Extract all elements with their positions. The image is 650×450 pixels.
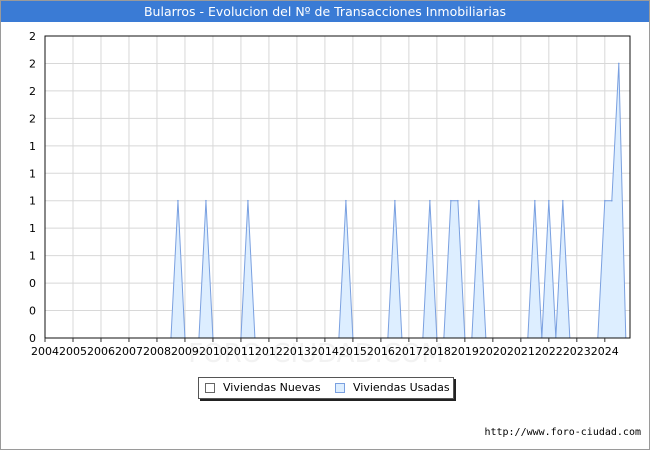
- y-tick-label: 1: [29, 167, 36, 180]
- legend-label-usadas: Viviendas Usadas: [353, 381, 450, 394]
- x-tick-label: 2019: [451, 345, 479, 358]
- data-point: [450, 199, 452, 202]
- x-tick-label: 2024: [591, 345, 619, 358]
- legend-swatch-nuevas: [205, 383, 215, 393]
- y-tick-label: 1: [29, 195, 36, 208]
- x-tick-label: 2022: [535, 345, 563, 358]
- y-tick-label: 2: [29, 85, 36, 98]
- data-point: [611, 199, 613, 202]
- legend-label-nuevas: Viviendas Nuevas: [223, 381, 321, 394]
- x-tick-label: 2006: [87, 345, 115, 358]
- data-point: [478, 199, 480, 202]
- y-axis-ticks: 0 0 0 1 1 1 1 1 2 2 2 2: [29, 30, 36, 345]
- grid: [45, 36, 630, 338]
- data-point: [247, 199, 249, 202]
- legend: Viviendas Nuevas Viviendas Usadas: [198, 377, 454, 399]
- data-point: [548, 199, 550, 202]
- legend-item-usadas: Viviendas Usadas: [335, 378, 450, 398]
- plot-border: [44, 35, 631, 339]
- data-point: [618, 62, 620, 65]
- data-point: [457, 199, 459, 202]
- x-tick-label: 2023: [563, 345, 591, 358]
- x-tick-label: 2004: [31, 345, 59, 358]
- x-tick-label: 2021: [507, 345, 535, 358]
- data-point: [429, 199, 431, 202]
- footer-url: http://www.foro-ciudad.com: [484, 427, 641, 438]
- y-tick-label: 1: [29, 222, 36, 235]
- y-tick-label: 2: [29, 57, 36, 70]
- x-tick-label: 2011: [227, 345, 255, 358]
- x-tick-label: 2008: [143, 345, 171, 358]
- x-axis-ticks: 2004 2005 2006 2007 2008 2009 2010 2011 2012 2013…: [31, 338, 619, 358]
- x-tick-label: 2009: [171, 345, 199, 358]
- x-tick-label: 2020: [479, 345, 507, 358]
- y-tick-label: 0: [29, 305, 36, 318]
- x-tick-label: 2012: [255, 345, 283, 358]
- data-point: [345, 199, 347, 202]
- legend-swatch-usadas: [335, 383, 345, 393]
- x-tick-label: 2005: [59, 345, 87, 358]
- data-point: [394, 199, 396, 202]
- x-tick-label: 2013: [283, 345, 311, 358]
- y-tick-label: 0: [29, 277, 36, 290]
- y-tick-label: 1: [29, 140, 36, 153]
- x-tick-label: 2007: [115, 345, 143, 358]
- data-point: [562, 199, 564, 202]
- x-tick-label: 2016: [367, 345, 395, 358]
- y-tick-label: 2: [29, 30, 36, 43]
- data-point: [534, 199, 536, 202]
- x-tick-label: 2010: [199, 345, 227, 358]
- y-tick-label: 1: [29, 250, 36, 263]
- data-point: [604, 199, 606, 202]
- data-point: [205, 199, 207, 202]
- legend-item-nuevas: Viviendas Nuevas: [205, 378, 321, 398]
- y-tick-label: 0: [29, 332, 36, 345]
- x-tick-label: 2014: [311, 345, 339, 358]
- x-tick-label: 2018: [423, 345, 451, 358]
- x-tick-label: 2017: [395, 345, 423, 358]
- y-tick-label: 2: [29, 112, 36, 125]
- x-tick-label: 2015: [339, 345, 367, 358]
- data-point: [177, 199, 179, 202]
